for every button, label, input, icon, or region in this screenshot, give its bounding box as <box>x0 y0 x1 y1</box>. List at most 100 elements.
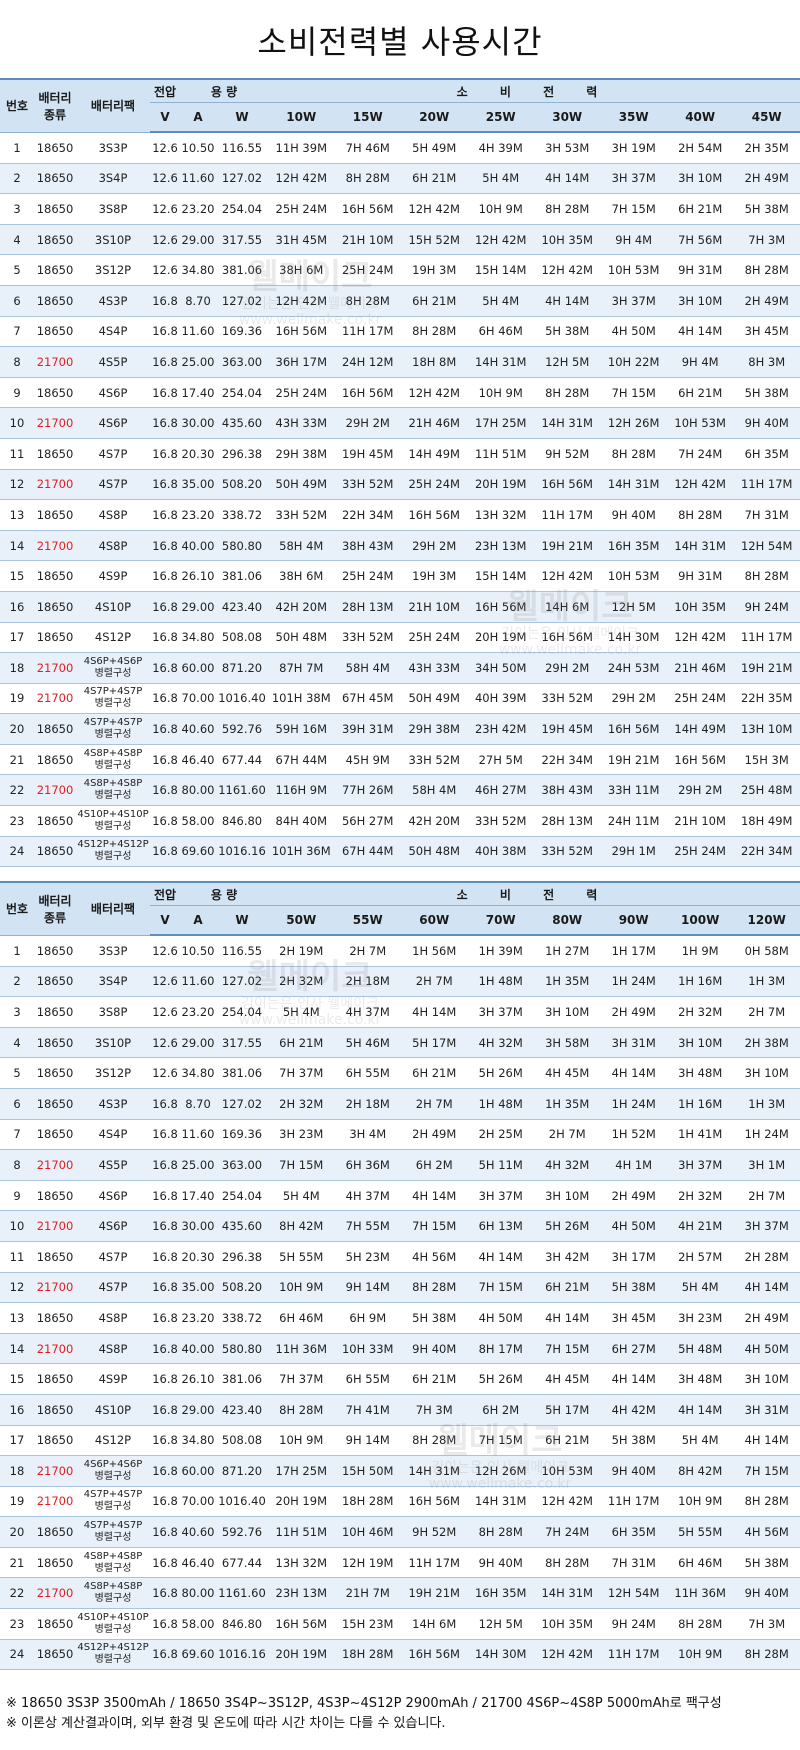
cell-runtime: 38H 6M <box>268 560 335 592</box>
table-row: 13 18650 4S8P 16.8 23.20 338.72 6H 46M 6H 9M 5H … <box>0 1302 800 1334</box>
cell-runtime: 6H 36M <box>334 1149 401 1181</box>
cell-runtime: 4H 14M <box>533 1302 601 1334</box>
cell-pack: 4S7P+4S7P 병렬구성 <box>76 683 150 715</box>
cell-runtime: 7H 15M <box>600 377 667 409</box>
cell-battery-type: 21700 <box>34 530 76 562</box>
cell-amp: 17.40 <box>180 377 216 409</box>
cell-runtime: 20H 19M <box>467 622 534 654</box>
cell-runtime: 6H 21M <box>666 193 734 225</box>
cell-runtime: 13H 10M <box>733 713 800 745</box>
cell-no: 21 <box>0 744 34 776</box>
cell-runtime: 6H 27M <box>600 1333 667 1365</box>
cell-runtime: 1H 3M <box>733 966 800 998</box>
cell-amp: 69.60 <box>180 1639 216 1671</box>
cell-battery-type: 21700 <box>34 1272 76 1304</box>
cell-amp: 34.80 <box>180 254 216 286</box>
cell-runtime: 6H 2M <box>467 1394 534 1426</box>
cell-amp: 29.00 <box>180 591 216 623</box>
cell-voltage: 12.6 <box>150 224 180 256</box>
cell-amp: 11.60 <box>180 316 216 348</box>
cell-runtime: 19H 21M <box>600 744 667 776</box>
cell-watt-hours: 846.80 <box>216 1608 269 1640</box>
cell-runtime: 7H 3M <box>733 1608 800 1640</box>
cell-battery-type: 21700 <box>34 774 76 807</box>
cell-battery-type: 18650 <box>34 1057 76 1089</box>
table-row: 12 21700 4S7P 16.8 35.00 508.20 50H 49M 33H 52M… <box>0 469 800 501</box>
cell-runtime: 23H 42M <box>467 713 534 745</box>
cell-voltage: 16.8 <box>150 1608 180 1640</box>
cell-runtime: 16H 56M <box>268 316 335 348</box>
cell-amp: 60.00 <box>180 1455 216 1487</box>
cell-runtime: 2H 28M <box>733 1241 800 1273</box>
table-row: 20 18650 4S7P+4S7P 병렬구성 16.8 40.60 592.76 59H 1… <box>0 713 800 745</box>
cell-runtime: 40H 38M <box>467 836 534 868</box>
table-body: 1 18650 3S3P 12.6 10.50 116.55 11H 39M 7H 46M 5H… <box>0 132 800 868</box>
cell-amp: 26.10 <box>180 560 216 592</box>
cell-runtime: 3H 58M <box>533 1027 601 1059</box>
cell-runtime: 11H 17M <box>600 1486 667 1518</box>
cell-pack: 4S8P <box>76 499 150 531</box>
cell-watt-hours: 317.55 <box>216 224 269 256</box>
header-watt: 70W <box>467 905 534 936</box>
table-row: 8 21700 4S5P 16.8 25.00 363.00 7H 15M 6H 36M 6H … <box>0 1149 800 1181</box>
cell-runtime: 4H 50M <box>467 1302 534 1334</box>
cell-runtime: 4H 21M <box>666 1210 734 1242</box>
cell-runtime: 2H 18M <box>334 966 401 998</box>
cell-voltage: 16.8 <box>150 805 180 837</box>
cell-runtime: 6H 46M <box>268 1302 335 1334</box>
cell-battery-type: 18650 <box>34 1363 76 1395</box>
cell-runtime: 4H 50M <box>733 1333 800 1365</box>
cell-runtime: 67H 45M <box>334 683 401 715</box>
cell-runtime: 2H 49M <box>600 1180 667 1212</box>
cell-voltage: 16.8 <box>150 1639 180 1671</box>
cell-runtime: 4H 45M <box>533 1057 601 1089</box>
cell-runtime: 2H 7M <box>533 1119 601 1151</box>
cell-battery-type: 18650 <box>34 1608 76 1640</box>
cell-runtime: 19H 3M <box>400 254 468 286</box>
cell-no: 5 <box>0 1057 34 1089</box>
table-body: 1 18650 3S3P 12.6 10.50 116.55 2H 19M 2H 7M 1H 5… <box>0 935 800 1671</box>
cell-runtime: 3H 31M <box>600 1027 667 1059</box>
cell-voltage: 16.8 <box>150 1455 180 1487</box>
cell-runtime: 8H 28M <box>733 1486 800 1518</box>
cell-runtime: 84H 40M <box>268 805 335 837</box>
cell-runtime: 14H 6M <box>400 1608 468 1640</box>
cell-battery-type: 21700 <box>34 1455 76 1487</box>
cell-runtime: 25H 24M <box>666 836 734 868</box>
cell-runtime: 10H 9M <box>666 1486 734 1518</box>
cell-pack: 4S8P+4S8P 병렬구성 <box>76 774 150 807</box>
cell-runtime: 1H 48M <box>467 1088 534 1120</box>
cell-amp: 8.70 <box>180 1088 216 1120</box>
cell-runtime: 19H 3M <box>400 560 468 592</box>
table-row: 11 18650 4S7P 16.8 20.30 296.38 29H 38M 19H 45M… <box>0 438 800 470</box>
pack-config: 4S8P+4S8P <box>83 1550 143 1562</box>
cell-watt-hours: 338.72 <box>216 499 269 531</box>
cell-watt-hours: 508.08 <box>216 622 269 654</box>
cell-runtime: 12H 42M <box>400 193 468 225</box>
cell-no: 23 <box>0 805 34 837</box>
cell-no: 3 <box>0 193 34 225</box>
cell-runtime: 7H 46M <box>334 132 401 164</box>
cell-runtime: 20H 19M <box>467 469 534 501</box>
header-a: A <box>180 102 216 133</box>
cell-runtime: 21H 7M <box>334 1577 401 1610</box>
cell-runtime: 39H 31M <box>334 713 401 745</box>
cell-runtime: 3H 17M <box>600 1241 667 1273</box>
cell-battery-type: 21700 <box>34 469 76 501</box>
cell-runtime: 0H 58M <box>733 935 800 967</box>
cell-runtime: 4H 32M <box>533 1149 601 1181</box>
cell-runtime: 43H 33M <box>400 652 468 684</box>
cell-runtime: 3H 37M <box>600 163 667 195</box>
cell-amp: 34.80 <box>180 1057 216 1089</box>
cell-runtime: 4H 14M <box>733 1425 800 1457</box>
footnotes: ※ 18650 3S3P 3500mAh / 18650 3S4P~3S12P,… <box>6 1694 796 1734</box>
cell-amp: 29.00 <box>180 1027 216 1059</box>
cell-voltage: 12.6 <box>150 1057 180 1089</box>
cell-runtime: 25H 24M <box>400 469 468 501</box>
cell-voltage: 16.8 <box>150 407 180 439</box>
cell-runtime: 50H 48M <box>268 622 335 654</box>
cell-voltage: 16.8 <box>150 744 180 776</box>
cell-runtime: 29H 2M <box>666 774 734 807</box>
usage-time-table-high-watt: 번호 배터리 종류 배터리팩 전압 용 량 소 비 전 력 V A W 50W 5… <box>0 881 800 1671</box>
cell-runtime: 29H 1M <box>600 836 667 868</box>
